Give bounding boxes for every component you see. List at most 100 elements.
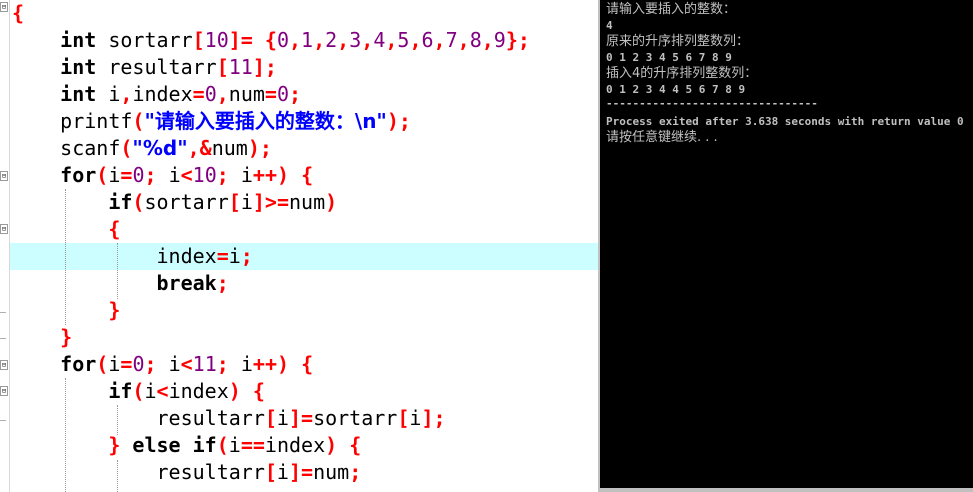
console-original-label: 原来的升序排列整数列：: [606, 34, 750, 49]
code-token: i: [240, 190, 253, 214]
code-token: ,: [216, 82, 229, 106]
code-token: i: [108, 163, 121, 187]
code-token: for: [60, 163, 97, 187]
code-line[interactable]: int i,index=0,num=0;: [12, 81, 301, 108]
code-token: 8: [469, 28, 482, 52]
fold-end-marker: [0, 338, 6, 339]
code-line[interactable]: {: [12, 0, 24, 27]
code-line[interactable]: int resultarr[11];: [12, 54, 277, 81]
code-token: sortarr: [96, 28, 193, 52]
code-token: ) {: [325, 433, 362, 457]
code-line[interactable]: }: [12, 324, 72, 351]
code-token: int: [60, 55, 97, 79]
code-token: 1: [301, 28, 314, 52]
code-editor[interactable]: ⊟ ⊟ ⊟ ⊟ ⊟ { int sortarr[10]= {0,1,2,3,4,…: [0, 0, 598, 492]
code-line[interactable]: for(i=0; i<10; i++) {: [12, 162, 313, 189]
code-token: ,: [409, 28, 422, 52]
code-token: 6: [421, 28, 434, 52]
code-token: );: [386, 109, 411, 133]
code-token: ,: [313, 28, 326, 52]
code-token: ++) {: [252, 163, 314, 187]
code-token: ,: [288, 28, 302, 52]
fold-marker[interactable]: ⊟: [0, 224, 8, 234]
code-token: sortarr: [313, 406, 398, 430]
code-token: if: [108, 190, 133, 214]
code-token: scanf: [12, 136, 121, 160]
code-token: num: [313, 460, 350, 484]
code-token: num: [228, 82, 265, 106]
code-token: i: [156, 163, 181, 187]
code-token: i: [228, 163, 253, 187]
code-token: ,: [120, 82, 133, 106]
code-token: 9: [493, 28, 506, 52]
code-line[interactable]: int sortarr[10]= {0,1,2,3,4,5,6,7,8,9};: [12, 27, 530, 54]
code-token: [: [264, 406, 277, 430]
code-token: i: [96, 82, 121, 106]
code-line[interactable]: resultarr[i]=sortarr[i];: [12, 405, 445, 432]
code-token: =: [264, 82, 277, 106]
code-token: =: [192, 82, 205, 106]
console-separator: --------------------------------: [606, 97, 818, 110]
console-window[interactable]: 请输入要插入的整数： 4 原来的升序排列整数列： 0 1 2 3 4 5 6 7…: [598, 0, 973, 492]
code-token: (: [216, 433, 229, 457]
code-line[interactable]: } else if(i==index) {: [12, 432, 361, 459]
code-token: 5: [397, 28, 410, 52]
code-token: i: [108, 352, 121, 376]
fold-marker[interactable]: ⊟: [0, 386, 8, 396]
fold-end-marker: [0, 420, 6, 421]
code-token: 0: [276, 82, 290, 106]
code-token: 4: [373, 28, 386, 52]
code-token: (: [96, 352, 109, 376]
code-line[interactable]: {: [12, 216, 120, 243]
code-token: break: [156, 271, 217, 295]
code-line[interactable]: index=i;: [12, 243, 252, 270]
code-line[interactable]: scanf("%d",&num);: [12, 135, 272, 162]
code-token: 0: [132, 163, 145, 187]
code-token: (: [132, 109, 145, 133]
code-token: ) {: [228, 379, 265, 403]
code-line[interactable]: resultarr[i]=num;: [12, 459, 361, 486]
code-token: i: [228, 244, 241, 268]
code-token: ;: [349, 460, 362, 484]
code-token: {: [108, 217, 121, 241]
code-line[interactable]: if(i<index) {: [12, 378, 265, 405]
code-token: <: [180, 352, 193, 376]
code-token: ]=: [288, 460, 314, 484]
fold-marker[interactable]: ⊟: [0, 171, 8, 181]
code-line[interactable]: printf("请输入要插入的整数：\n");: [12, 108, 411, 135]
fold-end-marker: [0, 312, 6, 313]
code-token: };: [505, 28, 530, 52]
code-line[interactable]: for(i=0; i<11; i++) {: [12, 351, 313, 378]
console-bottom-border: [600, 488, 973, 492]
code-line[interactable]: break;: [12, 270, 229, 297]
code-token: }: [108, 433, 133, 457]
code-token: [: [264, 460, 277, 484]
console-original-values: 0 1 2 3 4 5 6 7 8 9: [606, 51, 732, 64]
code-token: int: [60, 28, 97, 52]
code-token: printf: [12, 109, 133, 133]
code-token: ;: [144, 352, 157, 376]
editor-gutter: ⊟ ⊟ ⊟ ⊟ ⊟: [0, 0, 10, 492]
code-token: [: [216, 55, 229, 79]
code-token: int: [60, 82, 97, 106]
console-inserted-label: 插入4的升序排列整数列：: [606, 66, 758, 81]
console-continue-prompt: 请按任意键继续. . .: [606, 130, 718, 145]
code-token: index: [168, 379, 229, 403]
code-token: =: [120, 163, 133, 187]
code-line[interactable]: }: [12, 297, 120, 324]
fold-marker[interactable]: ⊟: [0, 360, 8, 370]
code-token: 11: [192, 352, 217, 376]
fold-marker[interactable]: ⊟: [0, 2, 8, 12]
code-line[interactable]: if(sortarr[i]>=num): [12, 189, 337, 216]
code-token: ,: [361, 28, 374, 52]
code-token: ]= {: [228, 28, 277, 52]
code-token: i: [144, 379, 157, 403]
code-token: ]=: [288, 406, 314, 430]
code-token: ]>=: [252, 190, 289, 214]
